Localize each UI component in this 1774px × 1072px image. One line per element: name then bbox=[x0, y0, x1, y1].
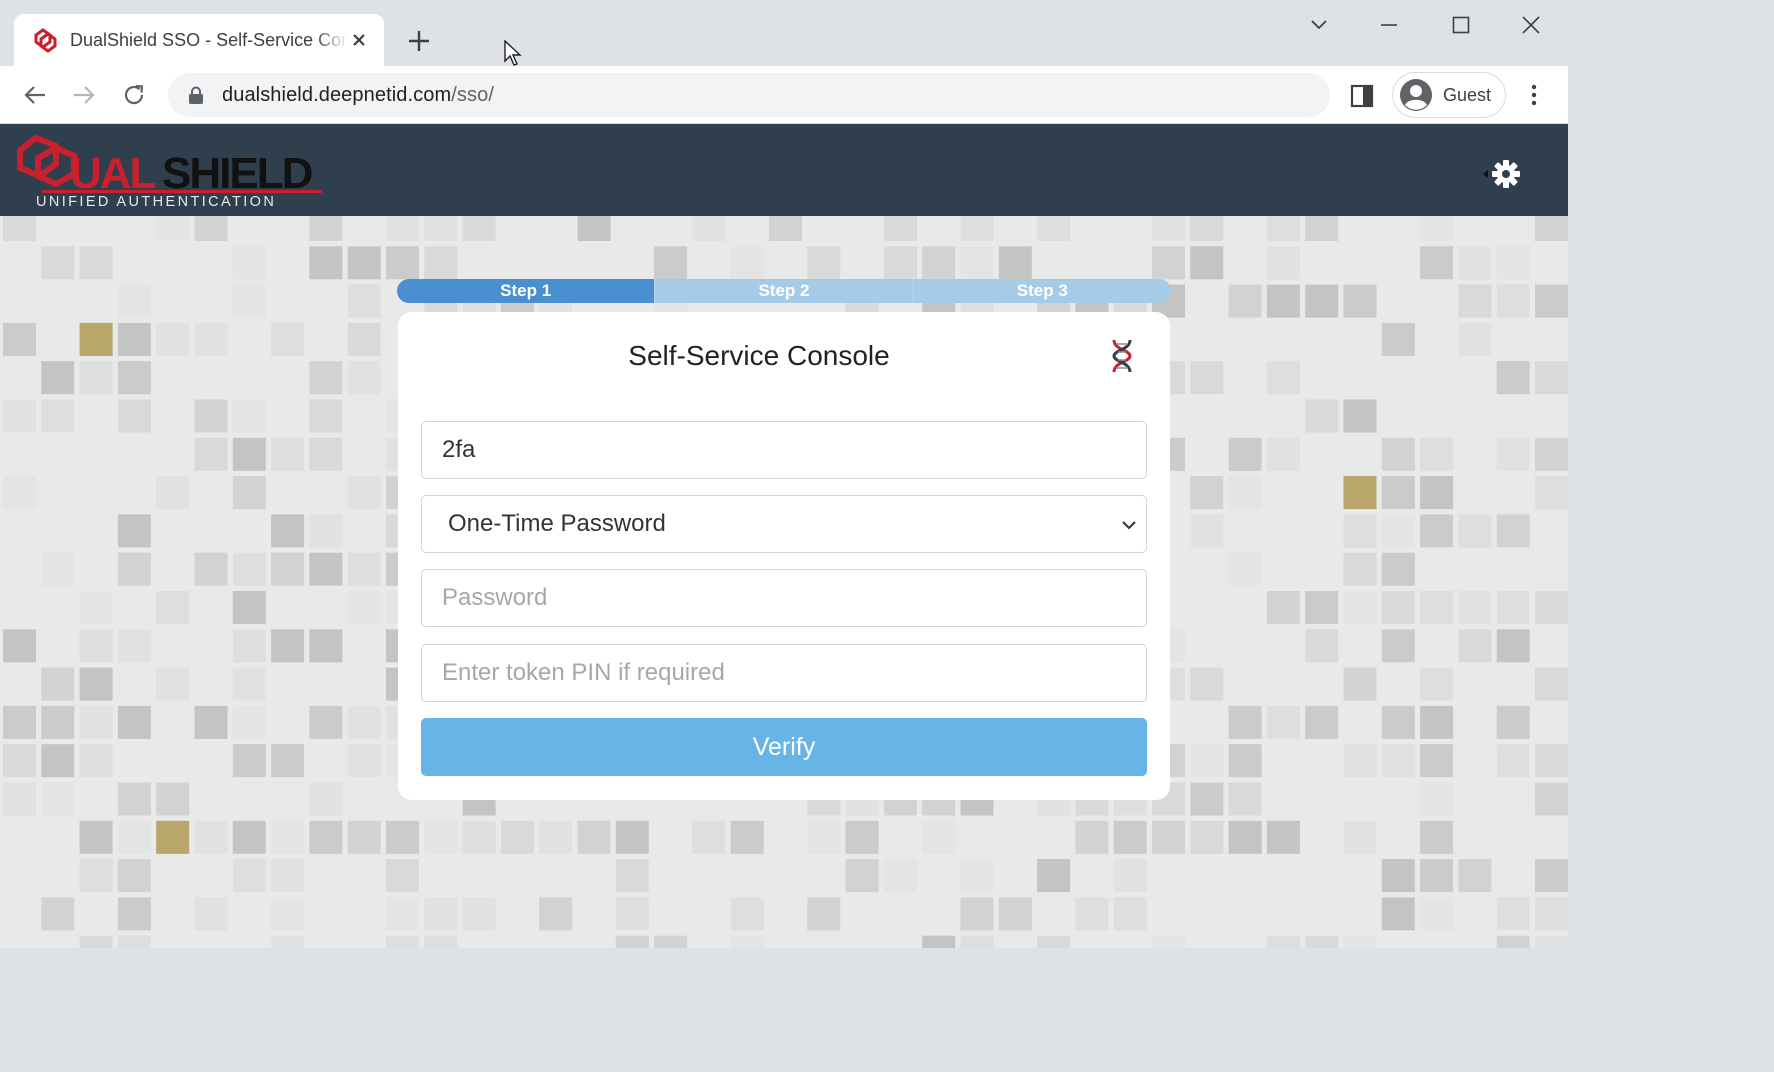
auth-method-selected: One-Time Password bbox=[448, 510, 666, 537]
url-path: /sso/ bbox=[451, 83, 494, 106]
step-3: Step 3 bbox=[912, 279, 1171, 303]
step-2: Step 2 bbox=[654, 279, 913, 303]
reload-icon[interactable] bbox=[117, 78, 151, 112]
gear-icon bbox=[1492, 160, 1520, 188]
url-text: dualshield.deepnetid.com/sso/ bbox=[222, 84, 494, 107]
tab-search-chevron-icon[interactable] bbox=[1299, 10, 1339, 40]
logo-tagline: UNIFIED AUTHENTICATION bbox=[36, 194, 276, 210]
dualshield-logo: UAL SHIELD UNIFIED AUTHENTICATION bbox=[17, 134, 322, 210]
forward-arrow-icon[interactable] bbox=[67, 78, 101, 112]
username-field[interactable]: 2fa bbox=[421, 421, 1147, 479]
minimize-icon[interactable] bbox=[1369, 10, 1409, 40]
page-content: UAL SHIELD UNIFIED AUTHENTICATION Step 1… bbox=[0, 124, 1568, 948]
self-service-card: Self-Service Console 2fa One-Time Passwo… bbox=[398, 312, 1170, 800]
close-tab-icon[interactable] bbox=[348, 29, 370, 51]
token-pin-field[interactable]: Enter token PIN if required bbox=[421, 644, 1147, 702]
url-host: dualshield.deepnetid.com bbox=[222, 83, 452, 106]
avatar-icon bbox=[1400, 79, 1432, 111]
tab-title: DualShield SSO - Self-Service Console bbox=[70, 29, 348, 50]
back-arrow-icon[interactable] bbox=[18, 78, 52, 112]
step-1: Step 1 bbox=[397, 279, 655, 303]
dualshield-favicon-icon bbox=[34, 28, 57, 53]
tab-strip: DualShield SSO - Self-Service Console bbox=[0, 0, 1568, 66]
step-progress-bar: Step 1 Step 2 Step 3 bbox=[397, 279, 1171, 303]
caret-left-icon bbox=[1483, 170, 1488, 178]
maximize-icon[interactable] bbox=[1441, 10, 1481, 40]
close-window-icon[interactable] bbox=[1511, 10, 1551, 40]
browser-toolbar: dualshield.deepnetid.com/sso/ Guest bbox=[0, 66, 1568, 124]
address-bar[interactable]: dualshield.deepnetid.com/sso/ bbox=[168, 73, 1330, 117]
side-panel-icon[interactable] bbox=[1348, 82, 1376, 110]
mouse-cursor-icon bbox=[504, 40, 522, 66]
app-header: UAL SHIELD UNIFIED AUTHENTICATION bbox=[0, 124, 1568, 216]
lock-icon[interactable] bbox=[188, 86, 204, 104]
card-title: Self-Service Console bbox=[628, 340, 890, 371]
profile-button[interactable]: Guest bbox=[1392, 72, 1506, 118]
password-field[interactable]: Password bbox=[421, 569, 1147, 627]
profile-label: Guest bbox=[1443, 84, 1492, 105]
browser-tab-active[interactable]: DualShield SSO - Self-Service Console bbox=[14, 14, 384, 66]
auth-method-select[interactable]: One-Time Password bbox=[421, 495, 1147, 553]
settings-gear-icon[interactable] bbox=[1480, 158, 1528, 190]
verify-button[interactable]: Verify bbox=[421, 718, 1147, 776]
chevron-down-icon bbox=[1122, 521, 1136, 530]
browser-menu-icon[interactable] bbox=[1520, 80, 1548, 110]
new-tab-plus-icon[interactable] bbox=[404, 26, 434, 56]
dna-icon[interactable] bbox=[1106, 338, 1138, 374]
